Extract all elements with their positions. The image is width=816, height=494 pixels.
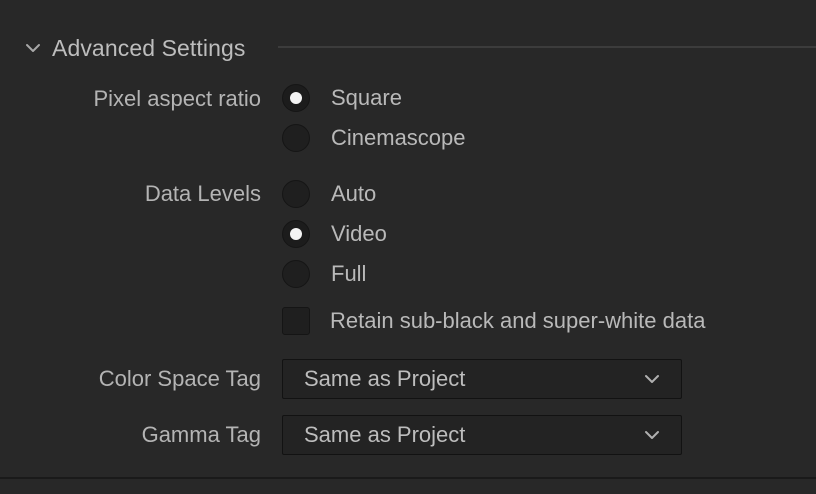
radio-cinemascope[interactable]: Cinemascope xyxy=(282,121,466,155)
chevron-down-icon xyxy=(641,424,663,446)
radio-button[interactable] xyxy=(282,180,310,208)
color-space-tag-value: Same as Project xyxy=(304,366,466,391)
radio-button[interactable] xyxy=(282,124,310,152)
advanced-settings-header[interactable]: Advanced Settings xyxy=(22,30,246,66)
bottom-divider xyxy=(0,477,816,479)
radio-square[interactable]: Square xyxy=(282,81,402,115)
pixel-aspect-ratio-label: Pixel aspect ratio xyxy=(93,86,261,111)
radio-square-label: Square xyxy=(331,85,402,110)
color-space-tag-select[interactable]: Same as Project xyxy=(282,359,682,399)
data-levels-label: Data Levels xyxy=(144,181,261,206)
section-title: Advanced Settings xyxy=(52,34,246,61)
color-space-tag-label: Color Space Tag xyxy=(98,366,261,391)
radio-video-label: Video xyxy=(331,221,387,246)
gamma-tag-label: Gamma Tag xyxy=(141,422,261,447)
radio-button-checked[interactable] xyxy=(282,84,310,112)
radio-full[interactable]: Full xyxy=(282,257,366,291)
radio-auto[interactable]: Auto xyxy=(282,177,376,211)
gamma-tag-value: Same as Project xyxy=(304,422,466,447)
radio-full-label: Full xyxy=(331,261,367,286)
radio-cinemascope-label: Cinemascope xyxy=(331,125,466,150)
retain-checkbox-label: Retain sub-black and super-white data xyxy=(330,308,706,333)
chevron-down-icon[interactable] xyxy=(22,37,44,59)
gamma-tag-select[interactable]: Same as Project xyxy=(282,415,682,455)
retain-checkbox-row[interactable]: Retain sub-black and super-white data xyxy=(282,304,705,338)
header-divider xyxy=(278,46,816,48)
radio-video[interactable]: Video xyxy=(282,217,387,251)
chevron-down-icon xyxy=(641,368,663,390)
radio-button[interactable] xyxy=(282,260,310,288)
retain-checkbox[interactable] xyxy=(282,307,310,335)
radio-button-checked[interactable] xyxy=(282,220,310,248)
radio-auto-label: Auto xyxy=(331,181,377,206)
